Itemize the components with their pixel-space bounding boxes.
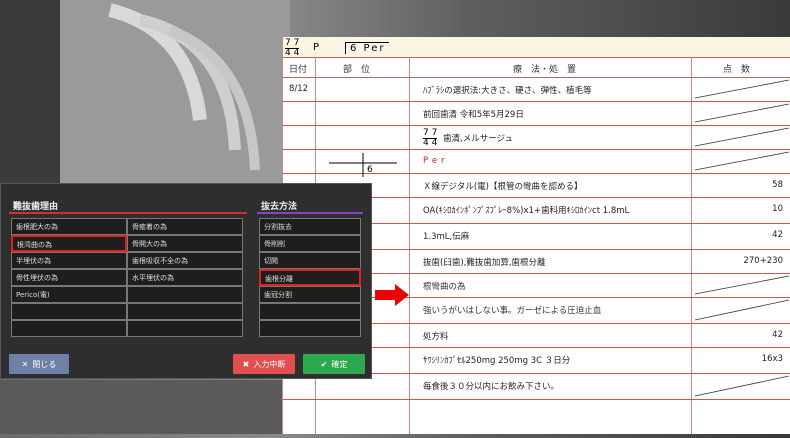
col-points: 点 数: [723, 65, 751, 75]
row-points-slash: [694, 275, 790, 295]
reason-option[interactable]: [127, 303, 243, 320]
row-treatment: 毎食後３０分以内にお飲み下さい。: [423, 382, 560, 392]
row-treatment: ﾊﾌﾞﾗｼの選択法:大きさ、硬さ、弾性、植毛等: [423, 86, 592, 96]
tooth-code: 6 Per: [345, 42, 390, 54]
extraction-dialog: 難抜歯理由 抜去方法 歯根肥大の為 骨癒着の為 根湾曲の為 骨開大の為 半埋伏の為 歯根吸…: [0, 183, 372, 379]
method-option[interactable]: 歯根分離: [259, 269, 361, 286]
reason-option[interactable]: 根湾曲の為: [11, 235, 127, 252]
row-points: 10: [772, 204, 783, 214]
row-points-slash: [694, 79, 790, 99]
reason-option[interactable]: 骨性埋伏の為: [11, 269, 127, 286]
row-treatment: 前回歯清 令和5年5月29日: [423, 110, 524, 120]
row-points: 42: [772, 330, 783, 340]
row-treatment: ｻﾜｼﾘﾝｶﾌﾟｾﾙ250mg 250mg 3C ３日分: [423, 356, 571, 366]
row-treatment: 1.3mL,伝麻: [423, 232, 470, 242]
method-option[interactable]: [259, 320, 361, 337]
reason-option[interactable]: 歯根肥大の為: [11, 218, 127, 235]
reason-option[interactable]: [127, 320, 243, 337]
reason-option[interactable]: 骨開大の為: [127, 235, 243, 252]
col-treatment: 療 法・処 置: [513, 65, 577, 75]
red-arrow-icon: [375, 284, 409, 306]
chart-row: 8/12 ﾊﾌﾞﾗｼの選択法:大きさ、硬さ、弾性、植毛等: [283, 77, 790, 102]
row-points-slash: [694, 103, 790, 123]
row-treatment: Per: [423, 156, 449, 166]
abort-icon: ✖: [242, 359, 250, 369]
reason-option[interactable]: [11, 303, 127, 320]
row-points-slash: [694, 375, 790, 397]
method-option[interactable]: 切開: [259, 252, 361, 269]
col-site: 部 位: [343, 65, 371, 75]
row-points: 270+230: [743, 256, 783, 266]
chart-header: 7 7 4 4 P 6 Per: [283, 37, 790, 58]
row-treatment: 強いうがいはしない事。ガーゼによる圧迫止血: [423, 306, 602, 316]
tooth-prefix: P: [313, 42, 320, 53]
reason-panel-title: 難抜歯理由: [13, 202, 59, 212]
row-treatment: 抜歯(臼歯),難抜歯加算,歯根分離: [423, 258, 546, 268]
row-treatment: 歯清,メルサージュ: [443, 134, 513, 144]
row-treatment: 処方料: [423, 332, 449, 342]
confirm-button[interactable]: ✔ 確定: [303, 354, 365, 374]
col-date: 日付: [289, 65, 308, 75]
row-treatment: Ｘ線デジタル(電)【根管の彎曲を認める】: [423, 182, 583, 192]
reason-option[interactable]: Perico(電): [11, 286, 127, 303]
reason-option[interactable]: 歯根吸収不全の為: [127, 252, 243, 269]
reason-option[interactable]: [127, 286, 243, 303]
row-points: 42: [772, 230, 783, 240]
abort-input-button[interactable]: ✖ 入力中断: [233, 354, 295, 374]
method-option[interactable]: 骨削削: [259, 235, 361, 252]
site-tooth-cross: [329, 153, 397, 177]
reason-option[interactable]: 半埋伏の為: [11, 252, 127, 269]
method-title-underline: [257, 212, 363, 214]
reason-option[interactable]: [11, 320, 127, 337]
reason-title-underline: [9, 212, 247, 214]
chart-row: 歯清,メルサージュ: [283, 125, 790, 150]
method-option[interactable]: [259, 303, 361, 320]
row-treatment: OA(ｷｼﾛｶｲﾝﾎﾟﾝﾌﾟｽﾌﾟﾚｰ8%)x1+歯科用ｷｼﾛｶｲﾝct 1.8…: [423, 206, 630, 216]
row-treatment: 根彎曲の為: [423, 282, 466, 292]
row-points: 16x3: [761, 354, 783, 364]
reason-option[interactable]: 骨癒着の為: [127, 218, 243, 235]
row-points: 58: [772, 180, 783, 190]
column-header: 日付 部 位 療 法・処 置 点 数: [283, 57, 790, 78]
row-points-slash: [694, 299, 790, 321]
row-points-slash: [694, 127, 790, 147]
close-button[interactable]: ✕ 閉じる: [9, 354, 69, 374]
chart-row: 前回歯清 令和5年5月29日: [283, 101, 790, 126]
reason-option[interactable]: 水平埋伏の為: [127, 269, 243, 286]
method-panel-title: 抜去方法: [261, 202, 298, 212]
method-option[interactable]: 分割抜去: [259, 218, 361, 235]
row-date: 8/12: [289, 84, 309, 94]
tooth-fraction: 7 7 4 4: [285, 38, 300, 58]
check-icon: ✔: [320, 359, 328, 369]
site-tooth-number: 6: [367, 165, 373, 175]
close-icon: ✕: [21, 359, 29, 369]
method-option[interactable]: 歯冠分割: [259, 286, 361, 303]
treatment-tooth-fraction: 7 7 4 4: [423, 128, 438, 148]
row-points-slash: [694, 151, 790, 171]
